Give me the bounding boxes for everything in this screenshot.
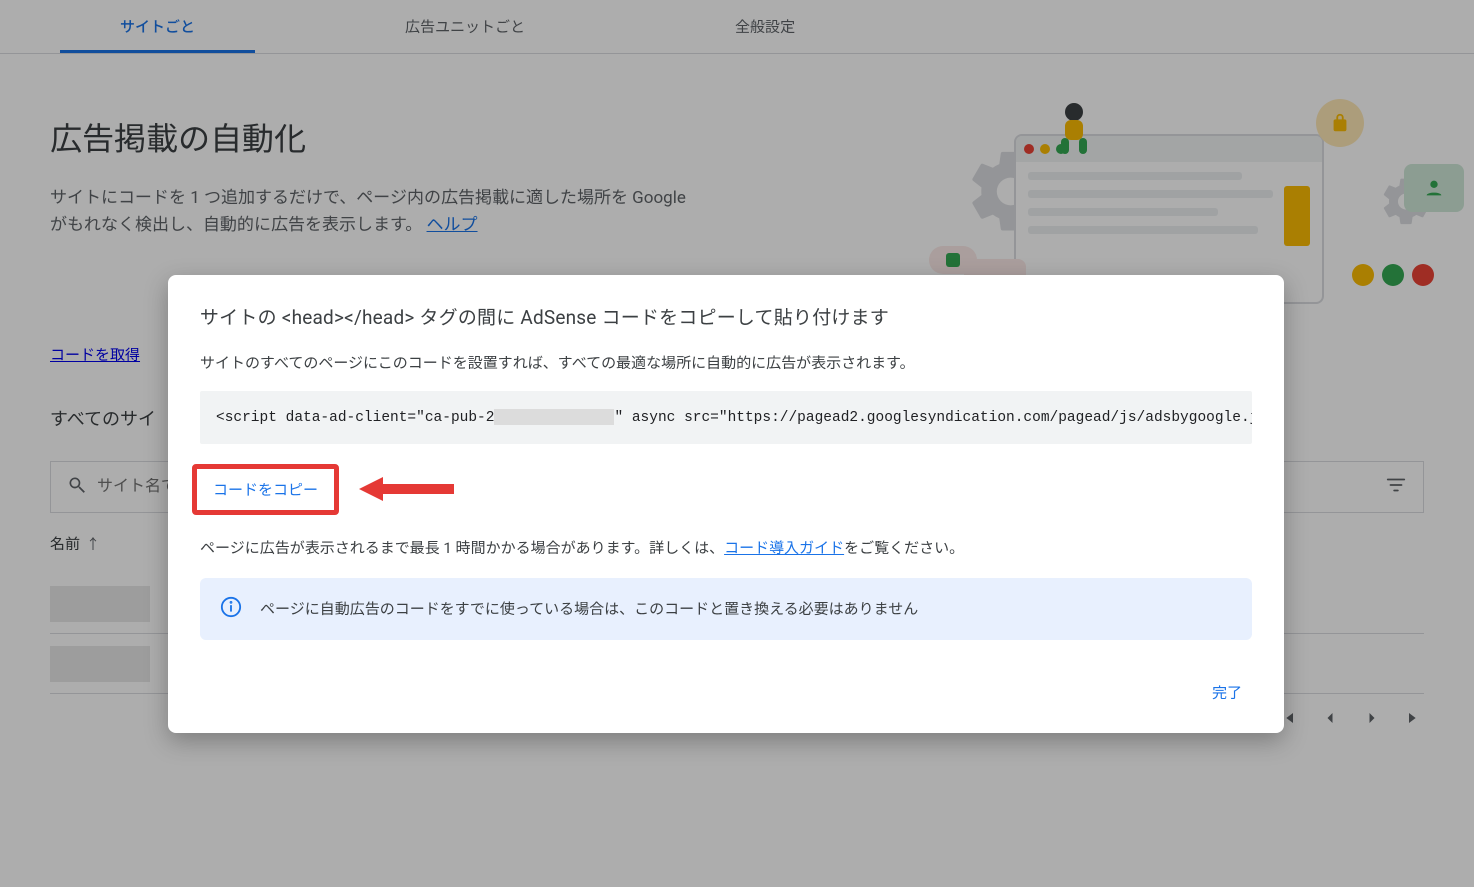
info-text: ページに自動広告のコードをすでに使っている場合は、このコードと置き換える必要はあ…	[260, 598, 918, 619]
info-icon	[220, 596, 242, 622]
modal-title: サイトの <head></head> タグの間に AdSense コードをコピー…	[200, 303, 1252, 330]
code-snippet[interactable]: <script data-ad-client="ca-pub-2" async …	[200, 391, 1252, 444]
done-button[interactable]: 完了	[1202, 676, 1252, 709]
modal-subtitle: サイトのすべてのページにこのコードを設置すれば、すべての最適な場所に自動的に広告…	[200, 352, 1252, 373]
copy-code-button[interactable]: コードをコピー	[201, 471, 330, 508]
annotation-arrow-icon	[359, 475, 454, 503]
redacted-text	[494, 409, 614, 425]
code-guide-link[interactable]: コード導入ガイド	[724, 539, 844, 557]
info-banner: ページに自動広告のコードをすでに使っている場合は、このコードと置き換える必要はあ…	[200, 578, 1252, 640]
code-modal: サイトの <head></head> タグの間に AdSense コードをコピー…	[168, 275, 1284, 733]
modal-note: ページに広告が表示されるまで最長 1 時間かかる場合があります。詳しくは、コード…	[200, 537, 1252, 558]
annotation-highlight: コードをコピー	[192, 464, 339, 515]
